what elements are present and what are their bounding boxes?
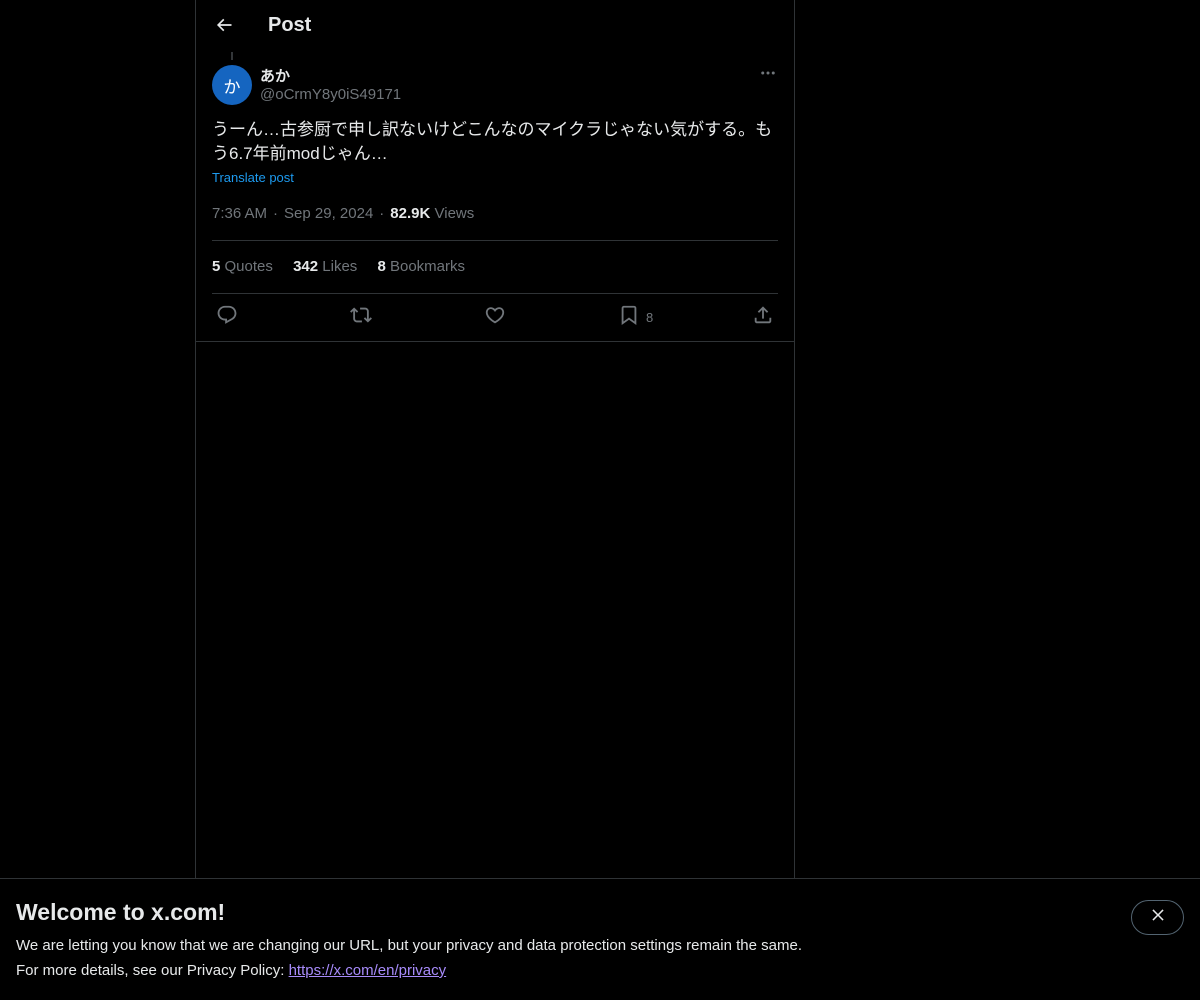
divider [212,240,778,241]
like-button[interactable] [484,302,506,332]
more-options-button[interactable] [752,62,784,88]
avatar[interactable]: か [212,65,252,105]
bookmark-icon [618,304,640,331]
post-meta: 7:36 AM · Sep 29, 2024 · 82.9K Views [212,205,474,222]
author-display-name[interactable]: あか [260,65,290,86]
engagement-stats: 5 Quotes 342 Likes 8 Bookmarks [212,258,481,275]
post-text: うーん…古参厨で申し訳ないけどこんなのマイクラじゃない気がする。もう6.7年前m… [212,120,773,163]
likes-count: 342 [293,258,319,275]
post-time[interactable]: 7:36 AM [212,205,267,222]
likes-stat[interactable]: 342 Likes [293,258,357,275]
close-banner-button[interactable] [1131,900,1184,935]
likes-label: Likes [322,258,358,275]
welcome-banner: Welcome to x.com! We are letting you kno… [0,878,1200,1000]
avatar-initial: か [223,77,241,97]
page-title: Post [268,14,312,36]
arrow-left-icon [214,15,234,40]
page-header: Post [196,0,794,54]
quotes-stat[interactable]: 5 Quotes [212,258,273,275]
more-icon [759,64,777,87]
quotes-label: Quotes [224,258,273,275]
bookmarks-count: 8 [377,258,386,275]
translate-post-link[interactable]: Translate post [212,170,294,185]
views-count: 82.9K [390,205,431,222]
post-date[interactable]: Sep 29, 2024 [284,205,373,222]
banner-privacy-line: For more details, see our Privacy Policy… [16,962,446,979]
banner-privacy-prefix: For more details, see our Privacy Policy… [16,962,289,979]
views-label: Views [434,205,475,222]
reply-button[interactable] [216,302,238,332]
bookmark-count: 8 [646,309,654,325]
banner-message: We are letting you know that we are chan… [16,937,802,954]
share-icon [752,304,774,331]
bookmarks-stat[interactable]: 8 Bookmarks [377,258,465,275]
quotes-count: 5 [212,258,221,275]
heart-icon [484,304,506,331]
bookmark-button[interactable]: 8 [618,302,653,332]
share-button[interactable] [752,302,774,332]
repost-button[interactable] [350,302,372,332]
divider [196,341,794,342]
bookmarks-label: Bookmarks [389,258,466,275]
back-button[interactable] [206,9,242,45]
repost-icon [350,304,372,331]
reply-icon [216,304,238,331]
author-handle[interactable]: @oCrmY8y0iS49171 [260,86,401,103]
privacy-policy-link[interactable]: https://x.com/en/privacy [289,962,447,979]
meta-separator: · [379,205,385,222]
thread-connector [231,52,233,60]
close-icon [1149,906,1167,929]
primary-column: Post か あか @oCrmY8y0iS49171 うーん…古参厨で申し訳ない… [195,0,795,1000]
meta-separator: · [273,205,279,222]
banner-title: Welcome to x.com! [16,899,226,925]
action-bar: 8 [196,294,794,341]
